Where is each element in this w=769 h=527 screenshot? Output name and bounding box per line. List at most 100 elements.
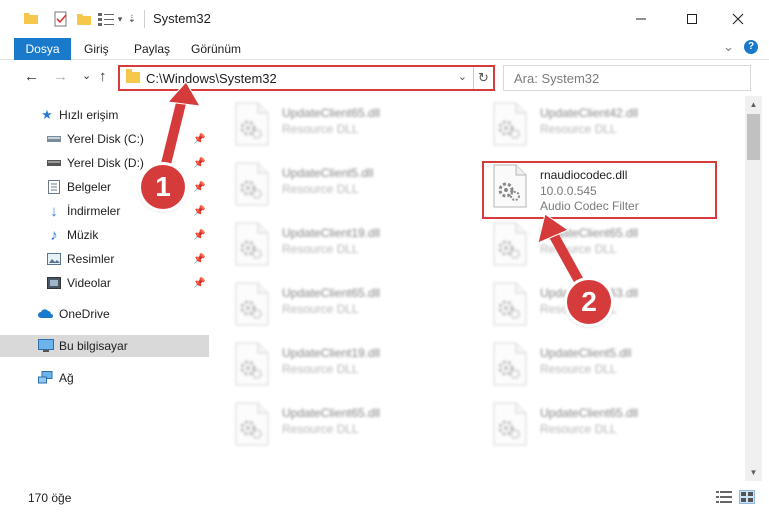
download-icon: ↓ xyxy=(50,202,58,220)
file-item[interactable]: UpdateClient19.dll Resource DLL xyxy=(222,336,454,394)
sidebar-item-label: Resimler xyxy=(67,252,115,266)
details-view-icon[interactable] xyxy=(716,490,732,504)
file-name: UpdateClient19.dll xyxy=(282,226,381,240)
dll-file-icon xyxy=(234,342,270,386)
pin-icon[interactable]: 📌 xyxy=(193,158,205,169)
pin-icon[interactable]: 📌 xyxy=(193,278,205,289)
tab-home[interactable]: Giriş xyxy=(84,42,109,56)
dll-file-icon xyxy=(234,282,270,326)
file-name: UpdateClient65.dll xyxy=(540,406,639,420)
window-title: System32 xyxy=(153,11,211,26)
up-button[interactable]: ↑ xyxy=(99,68,107,85)
item-count: 170 öğe xyxy=(28,491,72,505)
highlight-box xyxy=(482,161,717,219)
sidebar-item-pictures[interactable]: Resimler 📌 xyxy=(0,248,209,270)
drive-icon xyxy=(46,131,62,147)
forward-button[interactable]: → xyxy=(53,68,68,85)
file-item[interactable]: UpdateClient65.dll Resource DLL xyxy=(480,216,712,274)
file-item[interactable]: UpdateClient5.dll Resource DLL xyxy=(480,336,712,394)
back-button[interactable]: ← xyxy=(24,68,39,85)
view-details-icon[interactable] xyxy=(97,10,115,28)
maximize-button[interactable] xyxy=(672,6,712,32)
file-type: Resource DLL xyxy=(282,242,359,256)
file-name: UpdateClient65.dll xyxy=(540,226,639,240)
sidebar-item-videos[interactable]: Videolar 📌 xyxy=(0,272,209,294)
dll-file-icon xyxy=(492,342,528,386)
navigation-pane: ★ Hızlı erişim Yerel Disk (C:) 📌 Yerel D… xyxy=(0,96,209,481)
ribbon-expand-icon[interactable]: ⌄ xyxy=(723,39,734,55)
drive-icon xyxy=(46,155,62,171)
chevron-down-icon[interactable]: ▾ xyxy=(115,10,125,28)
scroll-down-icon[interactable]: ▼ xyxy=(745,464,762,481)
refresh-button[interactable]: ↻ xyxy=(473,67,493,89)
minimize-button[interactable] xyxy=(621,6,661,32)
address-dropdown-icon[interactable]: ⌄ xyxy=(458,70,467,83)
file-type: Resource DLL xyxy=(282,182,359,196)
pin-icon[interactable]: 📌 xyxy=(193,134,205,145)
pin-icon[interactable]: 📌 xyxy=(193,230,205,241)
scroll-up-icon[interactable]: ▲ xyxy=(745,96,762,113)
dll-file-icon xyxy=(492,102,528,146)
sidebar-item-label: Yerel Disk (D:) xyxy=(67,156,144,170)
dll-file-icon xyxy=(492,282,528,326)
sidebar-item-label: OneDrive xyxy=(59,307,110,321)
dll-file-icon xyxy=(234,402,270,446)
sidebar-item-label: Videolar xyxy=(67,276,111,290)
step-marker-2: 2 xyxy=(567,280,611,324)
pin-icon[interactable]: 📌 xyxy=(193,206,205,217)
title-bar: ▾ ⇣ System32 xyxy=(0,0,769,38)
tab-file[interactable]: Dosya xyxy=(14,38,71,60)
file-item[interactable]: UpdateClient19.dll Resource DLL xyxy=(222,216,454,274)
dll-file-icon xyxy=(492,402,528,446)
file-name: UpdateClient65.dll xyxy=(282,406,381,420)
file-name: UpdateClient5.dll xyxy=(540,346,632,360)
file-name: UpdateClient65.dll xyxy=(282,106,381,120)
search-placeholder: Ara: System32 xyxy=(514,71,600,86)
recent-locations-button[interactable]: ⌄ xyxy=(82,69,91,82)
file-name: UpdateClient42.dll xyxy=(540,106,639,120)
file-list: UpdateClient65.dll Resource DLL UpdateClie… xyxy=(222,96,742,481)
file-item[interactable]: UpdateClient65.dll Resource DLL xyxy=(222,396,454,454)
tab-view[interactable]: Görünüm xyxy=(191,42,241,56)
file-item[interactable]: UpdateClient65.dll Resource DLL xyxy=(222,96,454,154)
ribbon-tabs: Dosya Giriş Paylaş Görünüm ⌄ ? xyxy=(0,38,769,60)
sidebar-item-quick-access[interactable]: ★ Hızlı erişim xyxy=(0,104,209,126)
sidebar-item-network[interactable]: Ağ xyxy=(0,367,209,389)
file-item[interactable]: UpdateClient5.dll Resource DLL xyxy=(222,156,454,214)
dll-file-icon xyxy=(234,102,270,146)
address-bar[interactable]: C:\Windows\System32 ⌄ ↻ xyxy=(118,65,495,91)
file-type: Resource DLL xyxy=(282,302,359,316)
vertical-scrollbar[interactable]: ▲ ▼ xyxy=(745,96,762,481)
sidebar-item-onedrive[interactable]: OneDrive xyxy=(0,303,209,325)
tiles-view-icon[interactable] xyxy=(739,490,755,504)
close-button[interactable] xyxy=(718,6,758,32)
file-item[interactable]: UpdateClient42.dll Resource DLL xyxy=(480,96,712,154)
document-icon xyxy=(46,179,62,195)
file-item[interactable]: UpdateClient65.dll Resource DLL xyxy=(222,276,454,334)
video-icon xyxy=(46,275,62,291)
address-path[interactable]: C:\Windows\System32 xyxy=(146,71,277,86)
pin-icon[interactable]: 📌 xyxy=(193,254,205,265)
sidebar-item-local-disk-c[interactable]: Yerel Disk (C:) 📌 xyxy=(0,128,209,150)
dll-file-icon xyxy=(234,162,270,206)
step-marker-1: 1 xyxy=(141,165,185,209)
file-item[interactable]: UpdateClient65.dll Resource DLL xyxy=(480,396,712,454)
music-icon: ♪ xyxy=(50,226,58,244)
scrollbar-thumb[interactable] xyxy=(747,114,760,160)
file-type: Resource DLL xyxy=(540,422,617,436)
tab-share[interactable]: Paylaş xyxy=(134,42,170,56)
dll-file-icon xyxy=(492,222,528,266)
pin-icon[interactable]: 📌 xyxy=(193,182,205,193)
new-folder-icon[interactable] xyxy=(76,10,92,28)
search-input[interactable]: Ara: System32 xyxy=(503,65,751,91)
customize-toolbar-icon[interactable]: ⇣ xyxy=(127,10,137,28)
sidebar-item-label: Hızlı erişim xyxy=(59,108,119,122)
properties-icon[interactable] xyxy=(52,10,70,28)
sidebar-item-label: İndirmeler xyxy=(67,204,121,218)
file-type: Resource DLL xyxy=(282,362,359,376)
help-icon[interactable]: ? xyxy=(744,40,758,54)
folder-icon xyxy=(24,10,38,26)
sidebar-item-this-pc[interactable]: Bu bilgisayar xyxy=(0,335,209,357)
sidebar-item-music[interactable]: ♪ Müzik 📌 xyxy=(0,224,209,246)
folder-icon xyxy=(126,69,140,83)
